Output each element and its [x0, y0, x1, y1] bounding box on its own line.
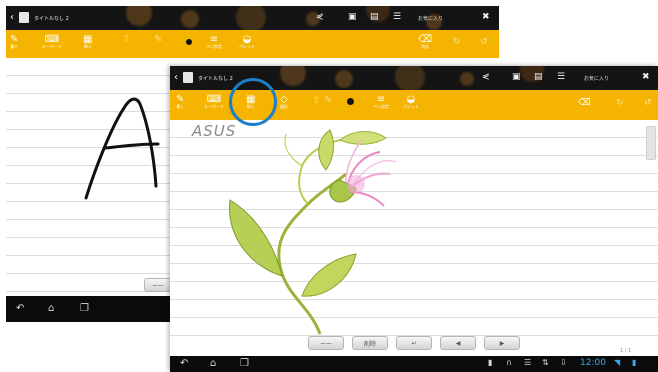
wifi-icon: ◥	[614, 358, 621, 367]
tool-undo[interactable]: ⇧	[312, 96, 320, 106]
recent-apps-icon[interactable]: ❐	[240, 359, 249, 369]
layout-icon[interactable]: ▣	[348, 13, 357, 22]
redo-icon: ✎	[324, 95, 333, 106]
sync-icon: ⇅	[542, 358, 549, 367]
note-title[interactable]: タイトルなし 2	[34, 15, 69, 22]
menu-icon[interactable]: ☰	[393, 13, 401, 22]
share-icon[interactable]: ⋞	[316, 13, 324, 22]
tool-pen-settings[interactable]: ≡ ペン設定	[373, 95, 389, 110]
back-title-bar: ‹ タイトルなし 2 ⋞ ▣ ▤ ☰ お気に入り ✖	[6, 6, 499, 30]
pen-color-dot[interactable]	[186, 39, 192, 45]
note-title[interactable]: タイトルなし 2	[198, 75, 233, 82]
screenshot-stage: ‹ タイトルなし 2 ⋞ ▣ ▤ ☰ お気に入り ✖ ✎ 書く ⌨ キーボード …	[0, 0, 658, 372]
back-arrow-icon[interactable]: ↶	[180, 359, 188, 369]
back-chevron-icon[interactable]: ‹	[10, 12, 14, 23]
back-toolbar: ✎ 書く ⌨ キーボード ▦ 挿入 ⇧ ✎ ≡ ペン設定 ◒ パレット ⌫ 消去…	[6, 30, 499, 58]
storage-icon: ☰	[524, 358, 532, 367]
flower-drawing	[229, 129, 397, 335]
back-chevron-icon[interactable]: ‹	[174, 72, 178, 83]
notification-icon[interactable]: ▮	[488, 359, 492, 367]
share-icon[interactable]: ⋞	[482, 73, 490, 82]
tool-redo[interactable]: ✎	[324, 96, 332, 106]
tool-keyboard[interactable]: ⌨ キーボード	[42, 35, 62, 50]
tool-write[interactable]: ✎ 書く	[10, 35, 18, 50]
home-icon[interactable]: ⌂	[210, 359, 216, 369]
undo-icon: ⇧	[122, 34, 131, 45]
battery-icon: ▮	[632, 358, 637, 367]
redo-right-icon[interactable]: ↻	[453, 38, 461, 47]
tool-shape[interactable]: ◇ 図形	[280, 95, 288, 110]
bluetooth-icon: ∩	[506, 358, 512, 367]
back-arrow-icon[interactable]: ↶	[16, 304, 24, 314]
tool-redo[interactable]: ✎	[154, 35, 162, 45]
layout-icon[interactable]: ▣	[512, 73, 521, 82]
menu-icon[interactable]: ☰	[557, 73, 565, 82]
settings-icon[interactable]: ✖	[642, 73, 650, 82]
tool-pen-settings[interactable]: ≡ ペン設定	[206, 35, 222, 50]
redo-right-icon[interactable]: ↻	[616, 99, 624, 108]
back-bottom-button[interactable]: ーー	[144, 278, 172, 292]
bottom-button-space[interactable]: ーー	[308, 336, 344, 350]
download-icon: ⇩	[560, 358, 567, 367]
tool-palette[interactable]: ◒ パレット	[403, 95, 419, 110]
page-icon[interactable]: ▤	[534, 73, 543, 82]
home-icon[interactable]: ⌂	[48, 304, 54, 314]
tool-insert[interactable]: ▦ 挿入	[83, 35, 92, 50]
pen-color-dot[interactable]	[347, 98, 354, 105]
bottom-button-next[interactable]: ▶	[484, 336, 520, 350]
redo-icon: ✎	[154, 34, 163, 45]
settings-icon[interactable]: ✖	[482, 13, 490, 22]
tool-write[interactable]: ✎ 書く	[176, 95, 184, 110]
page-icon[interactable]: ▤	[370, 13, 379, 22]
favorites-label[interactable]: お気に入り	[418, 15, 443, 22]
recent-apps-icon[interactable]: ❐	[80, 304, 89, 314]
tool-erase-all[interactable]: ⌫ 消去	[418, 35, 432, 50]
front-system-navbar: ↶ ⌂ ❐ ▮ ∩ ☰ ⇅ ⇩ 12:00 ◥ ▮	[170, 356, 658, 372]
tool-palette[interactable]: ◒ パレット	[239, 35, 255, 50]
scrollbar-thumb[interactable]	[646, 126, 656, 160]
undo-icon: ⇧	[312, 95, 321, 106]
tool-undo[interactable]: ⇧	[122, 35, 130, 45]
eraser-icon[interactable]: ⌫	[578, 99, 591, 108]
page-indicator: 1 / 1	[620, 348, 632, 354]
front-tablet-screen: ‹ タイトルなし 2 ⋞ ▣ ▤ ☰ お気に入り ✖ ✎ 書く ⌨ キーボード …	[170, 66, 658, 372]
bottom-button-prev[interactable]: ◀	[440, 336, 476, 350]
favorites-label[interactable]: お気に入り	[584, 75, 609, 82]
bottom-button-delete[interactable]: 削除	[352, 336, 388, 350]
supernote-app-icon	[19, 12, 29, 23]
undo-right-icon[interactable]: ↺	[644, 99, 652, 108]
insert-tool-highlight-circle	[229, 78, 277, 126]
undo-right-icon[interactable]: ↺	[480, 38, 488, 47]
tool-keyboard[interactable]: ⌨ キーボード	[204, 95, 224, 110]
clock: 12:00	[580, 358, 606, 368]
bottom-button-enter[interactable]: ↵	[396, 336, 432, 350]
supernote-app-icon	[183, 72, 193, 83]
